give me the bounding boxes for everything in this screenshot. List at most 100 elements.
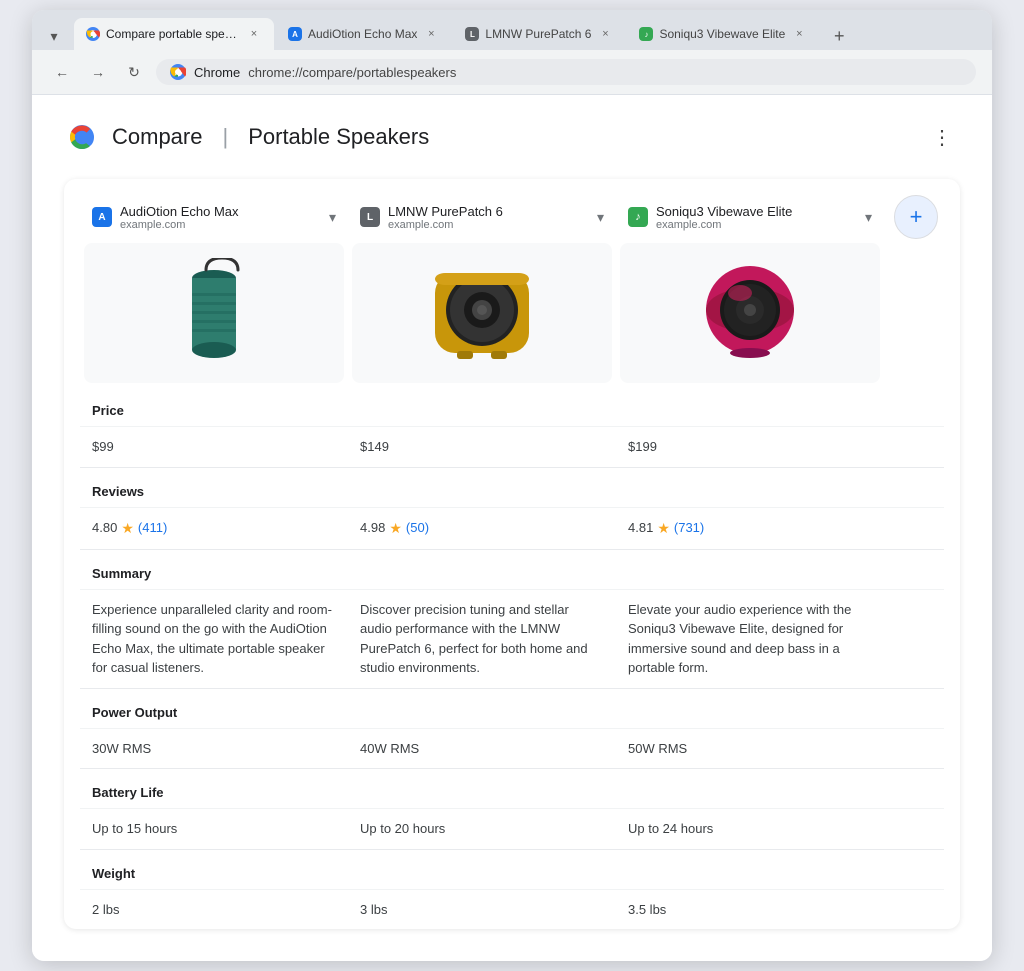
- page-header-left: Compare | Portable Speakers: [64, 119, 429, 155]
- product-name-2: Soniqu3 Vibewave Elite: [656, 204, 857, 219]
- product-header-1[interactable]: L LMNW PurePatch 6 example.com ▾: [348, 195, 616, 239]
- weight-row: 2 lbs 3 lbs 3.5 lbs: [80, 889, 944, 930]
- tab-lmnw-title: LMNW PurePatch 6: [485, 27, 591, 41]
- review-count-2[interactable]: (731): [674, 518, 704, 538]
- rating-value-0: 4.80: [92, 518, 117, 538]
- weight-cell-0: 2 lbs: [80, 890, 348, 930]
- battery-cell-empty: [884, 809, 944, 849]
- battery-cell-1: Up to 20 hours: [348, 809, 616, 849]
- tab-audiotion[interactable]: A AudiOtion Echo Max ×: [276, 18, 451, 50]
- address-bar: ← → ↻ Chrome chrome://compare/portablesp…: [32, 50, 992, 95]
- product-header-2[interactable]: ♪ Soniqu3 Vibewave Elite example.com ▾: [616, 195, 884, 239]
- review-count-0[interactable]: (411): [138, 518, 167, 538]
- power-section-label: Power Output: [80, 688, 944, 728]
- summary-row: Experience unparalleled clarity and room…: [80, 589, 944, 688]
- rating-value-2: 4.81: [628, 518, 653, 538]
- tab-compare-close[interactable]: ×: [246, 26, 262, 42]
- weight-cell-empty: [884, 890, 944, 930]
- refresh-button[interactable]: ↻: [120, 58, 148, 86]
- address-input[interactable]: Chrome chrome://compare/portablespeakers: [156, 59, 976, 85]
- tab-lmnw[interactable]: L LMNW PurePatch 6 ×: [453, 18, 625, 50]
- weight-cell-1: 3 lbs: [348, 890, 616, 930]
- add-product-button[interactable]: +: [894, 195, 938, 239]
- tab-lmnw-close[interactable]: ×: [597, 26, 613, 42]
- product-header-text-2: Soniqu3 Vibewave Elite example.com: [656, 204, 857, 231]
- product-domain-0: example.com: [120, 219, 321, 231]
- product-favicon-1: L: [360, 207, 380, 227]
- product-images: [64, 239, 960, 387]
- battery-cell-0: Up to 15 hours: [80, 809, 348, 849]
- product-name-1: LMNW PurePatch 6: [388, 204, 589, 219]
- product-dropdown-arrow-0[interactable]: ▾: [329, 209, 336, 226]
- reviews-row: 4.80 ★ (411) 4.98 ★ (50) 4.81 ★ (731): [80, 507, 944, 549]
- reviews-cell-1: 4.98 ★ (50): [348, 508, 616, 549]
- power-cell-0: 30W RMS: [80, 729, 348, 769]
- tab-soniqu3-close[interactable]: ×: [791, 26, 807, 42]
- page-header: Compare | Portable Speakers ⋮: [64, 119, 960, 155]
- page-title-category: Portable Speakers: [248, 124, 429, 150]
- weight-section-label: Weight: [80, 849, 944, 889]
- page-title-compare: Compare: [112, 124, 202, 150]
- address-brand: Chrome: [194, 65, 240, 80]
- tab-compare[interactable]: Compare portable speaker ×: [74, 18, 274, 50]
- speaker-svg-2: [695, 258, 805, 368]
- summary-cell-empty: [884, 590, 944, 688]
- product-dropdown-arrow-1[interactable]: ▾: [597, 209, 604, 226]
- star-icon-2: ★: [657, 518, 670, 539]
- new-tab-button[interactable]: +: [825, 22, 853, 50]
- product-image-1: [352, 243, 612, 383]
- tab-bar: ▾ Compare portable speaker × A AudiOt: [32, 10, 992, 50]
- tab-soniqu3-title: Soniqu3 Vibewave Elite: [659, 27, 785, 41]
- summary-cell-0: Experience unparalleled clarity and room…: [80, 590, 348, 688]
- tab-audiotion-favicon: A: [288, 27, 302, 41]
- product-domain-1: example.com: [388, 219, 589, 231]
- product-image-0: [84, 243, 344, 383]
- browser-window: ▾ Compare portable speaker × A AudiOt: [32, 10, 992, 961]
- product-header-0[interactable]: A AudiOtion Echo Max example.com ▾: [80, 195, 348, 239]
- tab-audiotion-title: AudiOtion Echo Max: [308, 27, 417, 41]
- tab-soniqu3[interactable]: ♪ Soniqu3 Vibewave Elite ×: [627, 18, 819, 50]
- compare-table: Price $99 $149 $199 Reviews 4.80 ★ (411): [64, 387, 960, 929]
- more-options-button[interactable]: ⋮: [924, 119, 960, 155]
- review-count-1[interactable]: (50): [406, 518, 429, 538]
- chrome-logo-icon: [170, 64, 186, 80]
- address-url: chrome://compare/portablespeakers: [248, 65, 456, 80]
- price-cell-1: $149: [348, 427, 616, 467]
- product-header-text-1: LMNW PurePatch 6 example.com: [388, 204, 589, 231]
- summary-section-label: Summary: [80, 549, 944, 589]
- power-cell-1: 40W RMS: [348, 729, 616, 769]
- reviews-cell-2: 4.81 ★ (731): [616, 508, 884, 549]
- forward-button[interactable]: →: [84, 58, 112, 86]
- star-icon-0: ★: [121, 518, 134, 539]
- page-content: Compare | Portable Speakers ⋮ A AudiOtio…: [32, 95, 992, 961]
- product-dropdown-arrow-2[interactable]: ▾: [865, 209, 872, 226]
- product-image-2: [620, 243, 880, 383]
- price-cell-0: $99: [80, 427, 348, 467]
- battery-row: Up to 15 hours Up to 20 hours Up to 24 h…: [80, 808, 944, 849]
- power-cell-empty: [884, 729, 944, 769]
- product-favicon-0: A: [92, 207, 112, 227]
- speaker-svg-0: [174, 258, 254, 368]
- price-cell-empty: [884, 427, 944, 467]
- tab-compare-favicon: [86, 27, 100, 41]
- page-title-divider: |: [222, 124, 228, 150]
- price-section-label: Price: [80, 387, 944, 426]
- power-row: 30W RMS 40W RMS 50W RMS: [80, 728, 944, 769]
- reviews-cell-empty: [884, 508, 944, 549]
- tab-audiotion-close[interactable]: ×: [423, 26, 439, 42]
- price-cell-2: $199: [616, 427, 884, 467]
- summary-cell-2: Elevate your audio experience with the S…: [616, 590, 884, 688]
- tab-dropdown-button[interactable]: ▾: [40, 22, 68, 50]
- google-logo-icon: [64, 119, 100, 155]
- tab-soniqu3-favicon: ♪: [639, 27, 653, 41]
- battery-section-label: Battery Life: [80, 768, 944, 808]
- product-header-text-0: AudiOtion Echo Max example.com: [120, 204, 321, 231]
- tab-lmnw-favicon: L: [465, 27, 479, 41]
- weight-cell-2: 3.5 lbs: [616, 890, 884, 930]
- speaker-svg-1: [427, 258, 537, 368]
- rating-value-1: 4.98: [360, 518, 385, 538]
- price-row: $99 $149 $199: [80, 426, 944, 467]
- back-button[interactable]: ←: [48, 58, 76, 86]
- battery-cell-2: Up to 24 hours: [616, 809, 884, 849]
- tab-compare-title: Compare portable speaker: [106, 27, 240, 41]
